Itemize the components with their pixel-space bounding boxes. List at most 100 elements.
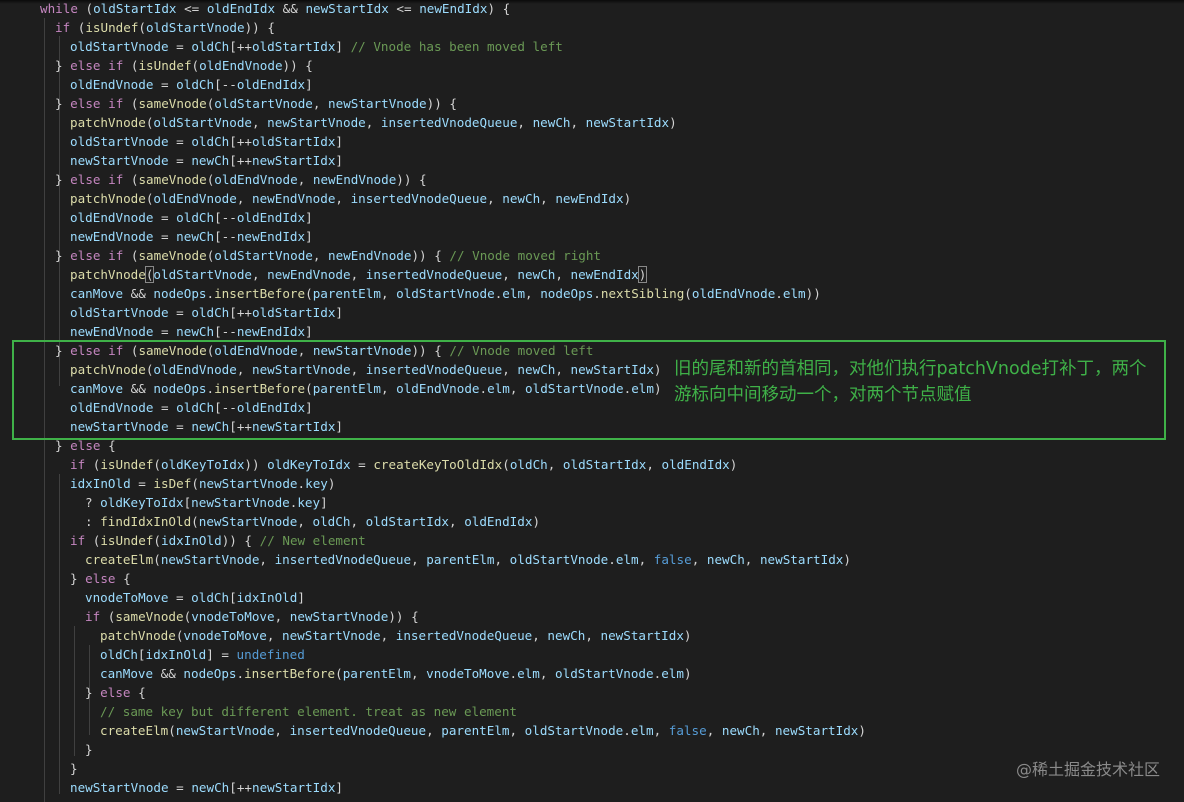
code-token: ( (85, 457, 101, 472)
code-token: = (350, 457, 374, 472)
code-token: , (411, 552, 427, 567)
code-token: else (70, 248, 101, 263)
code-token: <= (388, 1, 420, 16)
annotation-text: 旧的尾和新的首相同，对他们执行patchVnode打补丁，两个游标向中间移动一个… (674, 359, 1147, 405)
code-token: newCh (517, 267, 556, 282)
code-line[interactable]: if (isUndef(oldKeyToIdx)) oldKeyToIdx = … (70, 455, 737, 474)
code-line[interactable]: newEndVnode = newCh[--newEndIdx] (70, 322, 313, 341)
code-line[interactable]: oldStartVnode = oldCh[++oldStartIdx] (70, 132, 343, 151)
code-line[interactable]: canMove && nodeOps.insertBefore(parentEl… (70, 284, 821, 303)
code-line[interactable]: newStartVnode = newCh[++newStartIdx] (70, 151, 343, 170)
code-line[interactable]: } else if (sameVnode(oldStartVnode, newE… (55, 246, 601, 265)
code-token: . (775, 286, 783, 301)
code-token: ( (123, 58, 139, 73)
code-token: oldEndIdx (206, 1, 276, 16)
code-line[interactable]: if (isUndef(idxInOld)) { // New element (70, 531, 366, 550)
code-token: ( (305, 286, 313, 301)
code-token: && (275, 1, 306, 16)
code-token: oldStartVnode (153, 115, 252, 130)
code-token: ( (684, 286, 692, 301)
code-line[interactable]: } else { (85, 683, 146, 702)
code-token: <= (176, 1, 207, 16)
code-token: ( (138, 20, 147, 35)
code-token: createElm (100, 723, 169, 738)
code-token: , (494, 552, 510, 567)
code-token: , (502, 267, 518, 282)
code-line[interactable]: createElm(newStartVnode, insertedVnodeQu… (100, 721, 866, 740)
code-token: newStartVnode (160, 552, 260, 567)
code-token: insertedVnodeQueue (365, 267, 503, 282)
code-token: parentElm (312, 286, 381, 301)
code-line[interactable]: newEndVnode = newCh[--newEndIdx] (70, 227, 313, 246)
code-line[interactable]: patchVnode(oldEndVnode, newEndVnode, ins… (70, 189, 631, 208)
code-line[interactable]: newStartVnode = newCh[++newStartIdx] (70, 778, 343, 797)
code-line[interactable]: oldEndVnode = oldCh[--oldEndIdx] (70, 208, 313, 227)
code-token: [-- (214, 77, 237, 92)
code-line[interactable]: createElm(newStartVnode, insertedVnodeQu… (85, 550, 851, 569)
code-token: , (759, 723, 775, 738)
code-token: patchVnode (70, 267, 146, 282)
code-line[interactable]: } else { (70, 569, 131, 588)
code-line[interactable]: patchVnode(oldStartVnode, newEndVnode, i… (70, 265, 648, 284)
code-line[interactable]: if (sameVnode(vnodeToMove, newStartVnode… (85, 607, 419, 626)
code-token: [++ (229, 780, 252, 795)
code-token: ) (327, 476, 336, 491)
code-line[interactable]: vnodeToMove = oldCh[idxInOld] (85, 588, 305, 607)
code-token: newStartVnode (328, 96, 427, 111)
code-token: . (509, 666, 518, 681)
code-line[interactable]: patchVnode(vnodeToMove, newStartVnode, i… (100, 626, 692, 645)
code-token: )) (244, 457, 268, 472)
code-line[interactable]: patchVnode(oldStartVnode, newStartVnode,… (70, 113, 677, 132)
code-line[interactable]: ? oldKeyToIdx[newStartVnode.key] (85, 493, 328, 512)
code-line[interactable]: if (isUndef(oldStartVnode)) { (55, 18, 275, 37)
code-token: createElm (85, 552, 154, 567)
code-token: ) (729, 457, 738, 472)
code-line[interactable]: : findIdxInOld(newStartVnode, oldCh, old… (85, 512, 540, 531)
watermark: @稀土掘金技术社区 (1015, 760, 1160, 779)
code-line[interactable]: } (70, 759, 78, 778)
code-token: , (540, 191, 556, 206)
code-line[interactable]: } else if (sameVnode(oldEndVnode, newEnd… (55, 170, 427, 189)
code-token: ( (191, 514, 199, 529)
code-token: isUndef (138, 58, 192, 73)
code-line[interactable]: } (85, 740, 93, 759)
code-token: && (123, 286, 154, 301)
code-token: )) { (388, 609, 419, 624)
code-token: oldStartVnode (70, 134, 169, 149)
code-token: newStartVnode (282, 628, 381, 643)
code-token: vnodeToMove (426, 666, 510, 681)
code-line[interactable]: oldEndVnode = oldCh[--oldEndIdx] (70, 75, 313, 94)
code-token: ? (85, 495, 101, 510)
code-token: , (312, 248, 329, 263)
code-token: newEndIdx (555, 191, 624, 206)
code-token: nodeOps (540, 286, 594, 301)
code-line[interactable]: oldStartVnode = oldCh[++oldStartIdx] (70, 303, 343, 322)
code-line[interactable]: // same key but different element. treat… (100, 702, 517, 721)
code-token: ( (153, 552, 161, 567)
code-token: newCh (191, 153, 230, 168)
code-editor[interactable]: while (oldStartIdx <= oldEndIdx && newSt… (0, 0, 1184, 802)
code-line[interactable]: } else if (isUndef(oldEndVnode)) { (55, 56, 313, 75)
code-line[interactable]: } else if (sameVnode(oldStartVnode, newS… (55, 94, 457, 113)
code-token: vnodeToMove (191, 609, 275, 624)
code-token: ) (843, 552, 851, 567)
code-line[interactable]: oldCh[idxInOld] = undefined (100, 645, 305, 664)
code-line[interactable]: while (oldStartIdx <= oldEndIdx && newSt… (40, 0, 510, 18)
code-token: = (153, 210, 177, 225)
code-token: nodeOps (153, 286, 207, 301)
code-token: . (297, 476, 306, 491)
code-line[interactable]: idxInOld = isDef(newStartVnode.key) (70, 474, 335, 493)
code-line[interactable]: canMove && nodeOps.insertBefore(parentEl… (100, 664, 692, 683)
code-token: ) (637, 266, 648, 283)
code-token: [ (137, 647, 146, 662)
code-token: ( (191, 476, 199, 491)
code-token: ( (123, 248, 139, 263)
code-token: , (570, 115, 586, 130)
code-line[interactable]: oldStartVnode = oldCh[++oldStartIdx] // … (70, 37, 563, 56)
code-token: ( (85, 533, 101, 548)
code-token: ) (669, 115, 677, 130)
code-token: ] (320, 495, 328, 510)
code-token: parentElm (426, 552, 495, 567)
